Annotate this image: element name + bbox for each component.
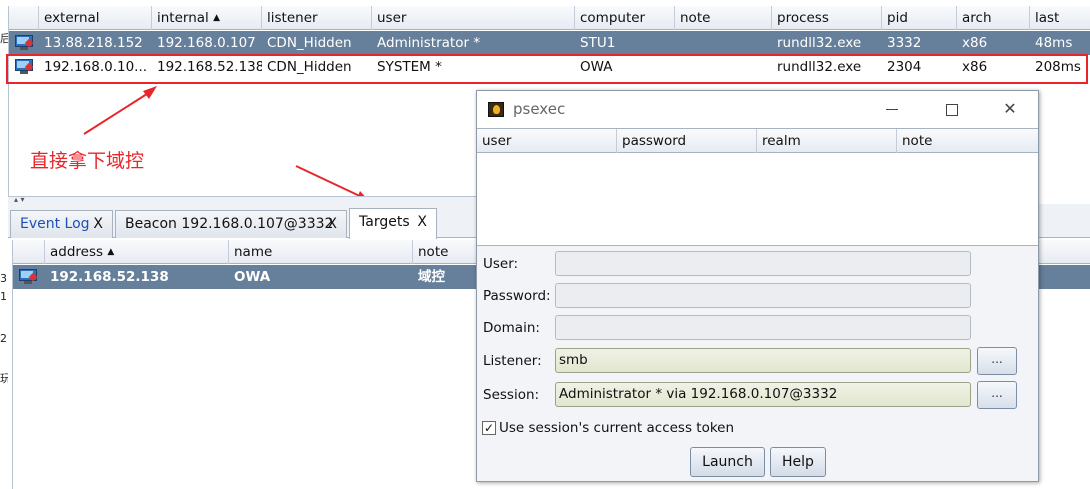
- tab-targets[interactable]: Targets X: [349, 208, 437, 239]
- beacon-icon: [18, 269, 38, 284]
- cobalt-strike-icon: [488, 102, 504, 117]
- column-header-note[interactable]: note: [897, 129, 1038, 153]
- user-label: User:: [483, 256, 519, 272]
- listener-browse-button[interactable]: ...: [977, 347, 1017, 375]
- annotation-text: 直接拿下域控: [30, 150, 145, 172]
- session-field[interactable]: Administrator * via 192.168.0.107@3332: [555, 382, 971, 407]
- splitter[interactable]: [8, 196, 478, 204]
- use-token-checkbox[interactable]: ✓: [482, 421, 496, 435]
- cell-address: 192.168.52.138: [50, 269, 169, 285]
- maximize-icon: [946, 103, 958, 116]
- cobalt-strike-window: 后 3 1 2 玩 external internal ▲ listener u…: [0, 0, 1090, 489]
- tab-label: Targets: [359, 214, 410, 230]
- domain-label: Domain:: [483, 320, 540, 336]
- column-header-address[interactable]: address ▲: [45, 240, 229, 264]
- minimize-button[interactable]: [869, 95, 915, 123]
- column-header-password[interactable]: password: [617, 129, 757, 153]
- password-label: Password:: [483, 288, 551, 304]
- credentials-table-header: user password realm note: [477, 129, 1038, 153]
- launch-button[interactable]: Launch: [690, 447, 765, 477]
- close-button[interactable]: ✕: [987, 95, 1033, 123]
- dialog-titlebar[interactable]: psexec ✕: [477, 91, 1038, 128]
- credentials-table: user password realm note: [477, 128, 1038, 246]
- splitter-arrows-icon[interactable]: ▴ ▾: [14, 196, 25, 204]
- dialog-title: psexec: [513, 100, 566, 118]
- close-icon[interactable]: X: [327, 211, 337, 237]
- tab-label: Event Log: [20, 216, 90, 232]
- column-header-realm[interactable]: realm: [757, 129, 897, 153]
- tab-beacon[interactable]: Beacon 192.168.0.107@3332 X: [115, 210, 347, 238]
- close-icon: ✕: [1003, 99, 1017, 118]
- tab-event-log[interactable]: Event Log X: [10, 210, 113, 238]
- user-field[interactable]: [555, 251, 971, 276]
- tab-label: Beacon 192.168.0.107@3332: [125, 216, 334, 232]
- minimize-icon: [886, 109, 898, 110]
- column-header-user[interactable]: user: [477, 129, 617, 153]
- session-label: Session:: [483, 387, 540, 403]
- domain-field[interactable]: [555, 315, 971, 340]
- column-header-name[interactable]: name: [229, 240, 413, 264]
- session-browse-button[interactable]: ...: [977, 381, 1017, 409]
- column-header-label: address: [50, 244, 104, 260]
- help-button[interactable]: Help: [770, 447, 826, 477]
- listener-field[interactable]: smb: [555, 348, 971, 373]
- psexec-dialog: psexec ✕ user password realm note User: …: [476, 90, 1039, 482]
- cell-name: OWA: [234, 269, 271, 285]
- icon-column-header[interactable]: [13, 240, 45, 264]
- listener-label: Listener:: [483, 353, 542, 369]
- close-icon[interactable]: X: [417, 209, 427, 235]
- password-field[interactable]: [555, 283, 971, 308]
- sort-ascending-icon: ▲: [107, 247, 115, 257]
- maximize-button[interactable]: [929, 95, 975, 123]
- close-icon[interactable]: X: [93, 211, 103, 237]
- use-token-label[interactable]: Use session's current access token: [499, 420, 734, 436]
